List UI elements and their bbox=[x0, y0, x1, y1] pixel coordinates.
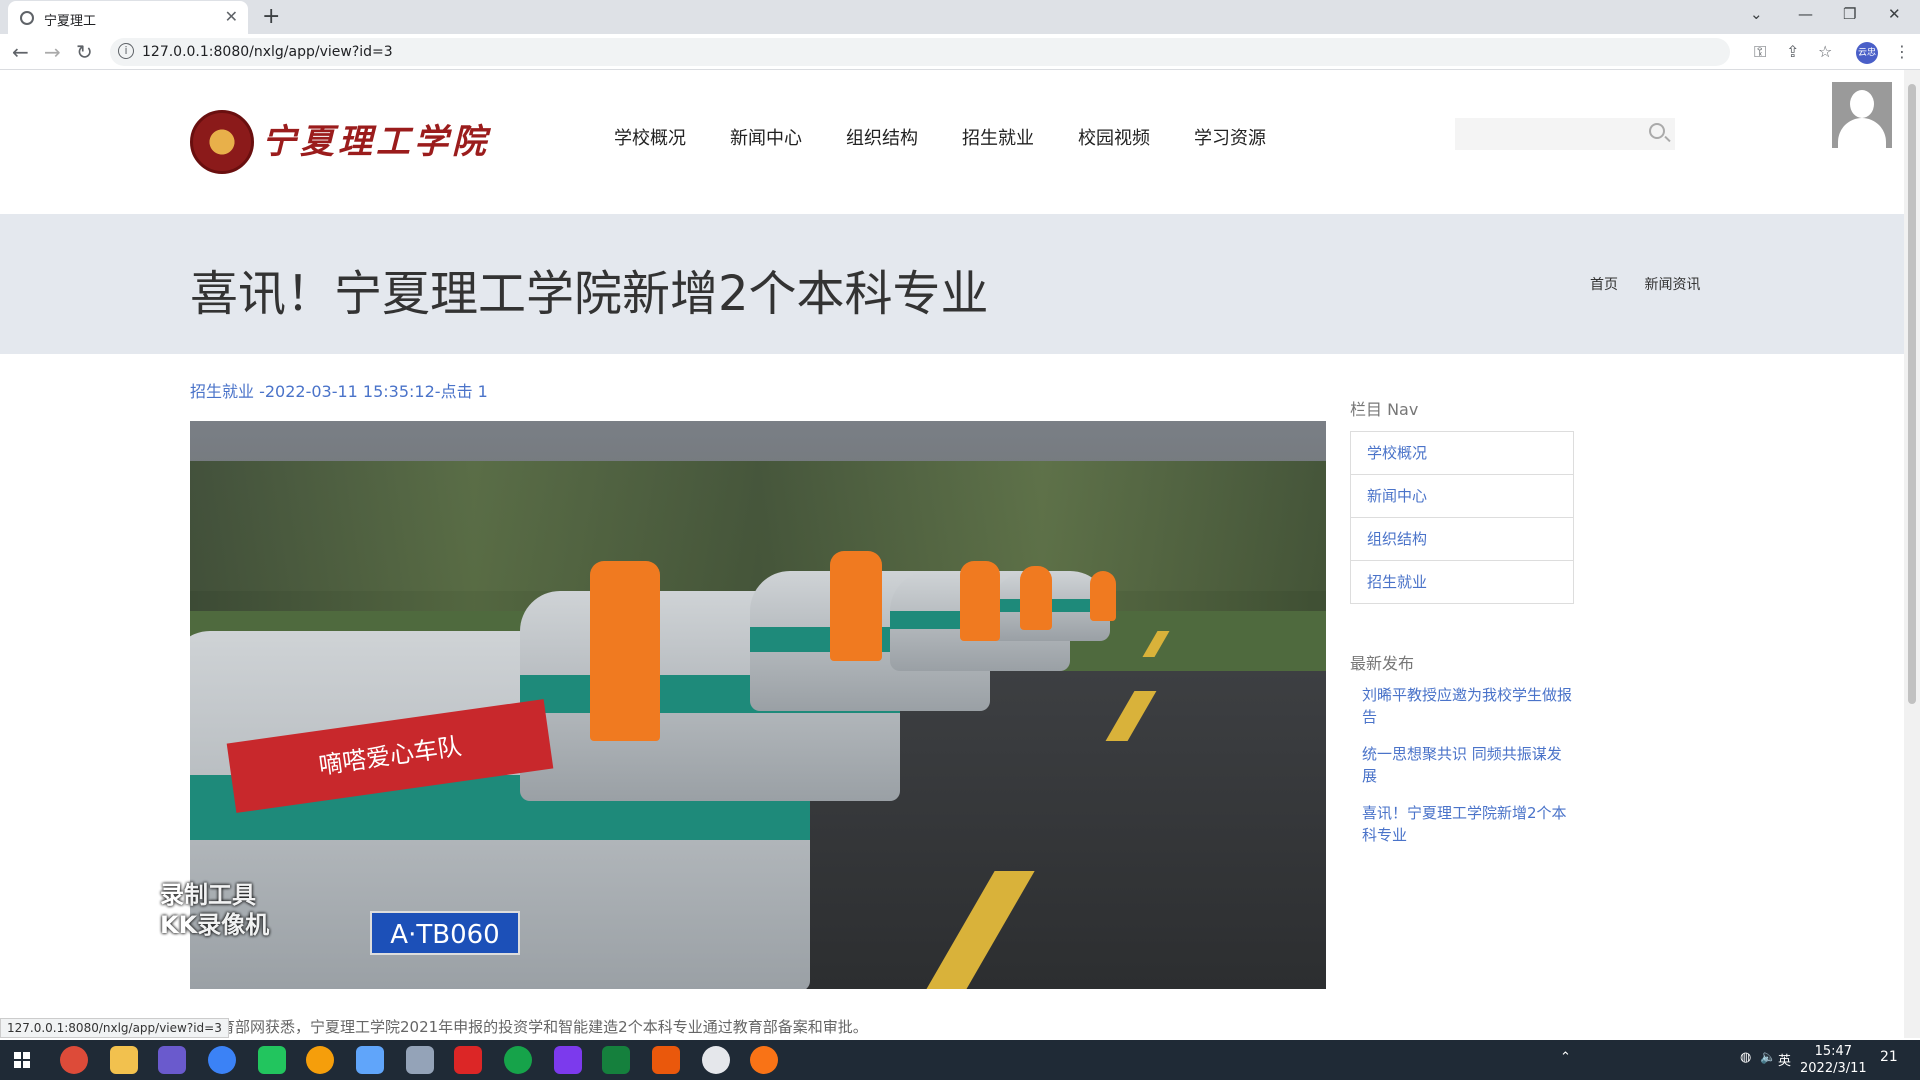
article-body: 从教育部网获悉，宁夏理工学院2021年申报的投资学和智能建造2个本科专业通过教育… bbox=[190, 1018, 868, 1036]
scrollbar-thumb[interactable] bbox=[1908, 84, 1916, 704]
taskbar: ⌃ ◍ 🔈 英 15:47 2022/3/11 21 bbox=[0, 1040, 1920, 1080]
breadcrumb-home[interactable]: 首页 bbox=[1590, 277, 1618, 293]
share-icon[interactable]: ⇪ bbox=[1786, 42, 1799, 61]
nav-item-news-center[interactable]: 新闻中心 bbox=[730, 124, 846, 150]
browser-tab-strip: 宁夏理工 ✕ + ⌄ — ❐ ✕ bbox=[0, 0, 1920, 34]
latest-item[interactable]: 统一思想聚共识 同频共振谋发展 bbox=[1362, 743, 1572, 787]
bookmark-star-icon[interactable]: ☆ bbox=[1818, 42, 1832, 61]
recorder-watermark: 录制工具 KK录像机 bbox=[160, 880, 269, 940]
app-icon[interactable] bbox=[356, 1046, 384, 1074]
main-nav: 学校概况 新闻中心 组织结构 招生就业 校园视频 学习资源 bbox=[614, 124, 1310, 150]
app-icon[interactable] bbox=[258, 1046, 286, 1074]
restore-button[interactable]: ❐ bbox=[1843, 5, 1856, 23]
latest-heading: 最新发布 bbox=[1350, 654, 1415, 673]
title-band: 喜讯！宁夏理工学院新增2个本科专业 首页 新闻资讯 bbox=[0, 214, 1904, 354]
site-header: 宁夏理工学院 学校概况 新闻中心 组织结构 招生就业 校园视频 学习资源 bbox=[0, 70, 1904, 214]
wechat-icon[interactable] bbox=[504, 1046, 532, 1074]
sidebar-item-organization[interactable]: 组织结构 bbox=[1350, 517, 1574, 561]
breadcrumb-news[interactable]: 新闻资讯 bbox=[1644, 277, 1700, 293]
app-icon[interactable] bbox=[652, 1046, 680, 1074]
search-icon[interactable] bbox=[1649, 123, 1665, 139]
latest-list: 刘晞平教授应邀为我校学生做报告 统一思想聚共识 同频共振谋发展 喜讯！宁夏理工学… bbox=[1362, 684, 1572, 861]
network-icon[interactable]: ◍ bbox=[1740, 1050, 1751, 1065]
app-icon[interactable] bbox=[554, 1046, 582, 1074]
browser-tab[interactable]: 宁夏理工 ✕ bbox=[8, 1, 248, 34]
page-title: 喜讯！宁夏理工学院新增2个本科专业 bbox=[190, 266, 989, 322]
nav-item-organization[interactable]: 组织结构 bbox=[846, 124, 962, 150]
wps-icon[interactable] bbox=[454, 1046, 482, 1074]
breadcrumb: 首页 新闻资讯 bbox=[1590, 274, 1722, 294]
profile-avatar[interactable]: 云忠 bbox=[1856, 42, 1878, 64]
app-icon[interactable] bbox=[158, 1046, 186, 1074]
clock-time: 15:47 bbox=[1814, 1044, 1853, 1059]
system-clock[interactable]: 15:47 2022/3/11 bbox=[1800, 1043, 1867, 1077]
clock-date: 2022/3/11 bbox=[1800, 1061, 1867, 1076]
volume-icon[interactable]: 🔈 bbox=[1760, 1050, 1776, 1065]
watermark-line2: KK录像机 bbox=[160, 911, 270, 939]
menu-icon[interactable]: ⋮ bbox=[1894, 42, 1910, 61]
school-name-logo[interactable]: 宁夏理工学院 bbox=[262, 114, 490, 163]
nav-item-campus-video[interactable]: 校园视频 bbox=[1078, 124, 1194, 150]
search-app-icon[interactable] bbox=[306, 1046, 334, 1074]
chrome-icon[interactable] bbox=[60, 1046, 88, 1074]
tab-search-icon[interactable]: ⌄ bbox=[1750, 5, 1763, 23]
key-icon[interactable]: ⚿ bbox=[1754, 42, 1766, 62]
sidebar-nav: 学校概况 新闻中心 组织结构 招生就业 bbox=[1350, 431, 1574, 604]
tab-title: 宁夏理工 bbox=[44, 14, 97, 29]
sidebar-item-admissions[interactable]: 招生就业 bbox=[1350, 560, 1574, 604]
sidebar-item-school-overview[interactable]: 学校概况 bbox=[1350, 431, 1574, 475]
nav-item-school-overview[interactable]: 学校概况 bbox=[614, 124, 730, 150]
app-icon[interactable] bbox=[406, 1046, 434, 1074]
article-meta: 招生就业 -2022-03-11 15:35:12-点击 1 bbox=[190, 382, 488, 401]
tray-overflow-icon[interactable]: ⌃ bbox=[1560, 1050, 1571, 1065]
app-icon[interactable] bbox=[702, 1046, 730, 1074]
address-bar[interactable]: i 127.0.0.1:8080/nxlg/app/view?id=3 bbox=[110, 38, 1730, 66]
article-hero-image: 嘀嗒爱心车队 A·TB060 bbox=[190, 421, 1326, 989]
globe-icon bbox=[20, 11, 34, 25]
nav-item-admissions[interactable]: 招生就业 bbox=[962, 124, 1078, 150]
address-url: 127.0.0.1:8080/nxlg/app/view?id=3 bbox=[142, 44, 393, 60]
school-seal-logo[interactable] bbox=[190, 110, 254, 174]
reload-icon[interactable]: ↻ bbox=[76, 40, 93, 64]
status-bar-url: 127.0.0.1:8080/nxlg/app/view?id=3 bbox=[0, 1018, 229, 1038]
nav-item-learning-resources[interactable]: 学习资源 bbox=[1194, 124, 1310, 150]
browser-toolbar: ← → ↻ i 127.0.0.1:8080/nxlg/app/view?id=… bbox=[0, 34, 1920, 70]
hero-license-plate: A·TB060 bbox=[370, 911, 520, 955]
windows-start-icon[interactable] bbox=[14, 1052, 30, 1068]
sidebar-nav-heading: 栏目 Nav bbox=[1350, 400, 1419, 419]
new-tab-button[interactable]: + bbox=[262, 4, 280, 29]
close-window-button[interactable]: ✕ bbox=[1888, 5, 1901, 23]
watermark-line1: 录制工具 bbox=[160, 881, 256, 909]
user-avatar[interactable] bbox=[1832, 82, 1892, 148]
latest-item[interactable]: 喜讯！宁夏理工学院新增2个本科专业 bbox=[1362, 802, 1572, 846]
ime-indicator[interactable]: 英 bbox=[1778, 1050, 1791, 1069]
tab-close-icon[interactable]: ✕ bbox=[225, 7, 238, 26]
file-explorer-icon[interactable] bbox=[110, 1046, 138, 1074]
minimize-button[interactable]: — bbox=[1798, 5, 1813, 23]
back-icon[interactable]: ← bbox=[12, 40, 29, 64]
page-scrollbar[interactable] bbox=[1904, 70, 1920, 1038]
forward-icon[interactable]: → bbox=[44, 40, 61, 64]
app-icon[interactable] bbox=[602, 1046, 630, 1074]
recorder-app-icon[interactable] bbox=[750, 1046, 778, 1074]
latest-item[interactable]: 刘晞平教授应邀为我校学生做报告 bbox=[1362, 684, 1572, 728]
browser-app-icon[interactable] bbox=[208, 1046, 236, 1074]
sidebar-item-news-center[interactable]: 新闻中心 bbox=[1350, 474, 1574, 518]
search-input[interactable] bbox=[1455, 118, 1675, 150]
site-info-icon[interactable]: i bbox=[118, 43, 134, 59]
notification-count[interactable]: 21 bbox=[1880, 1049, 1898, 1065]
